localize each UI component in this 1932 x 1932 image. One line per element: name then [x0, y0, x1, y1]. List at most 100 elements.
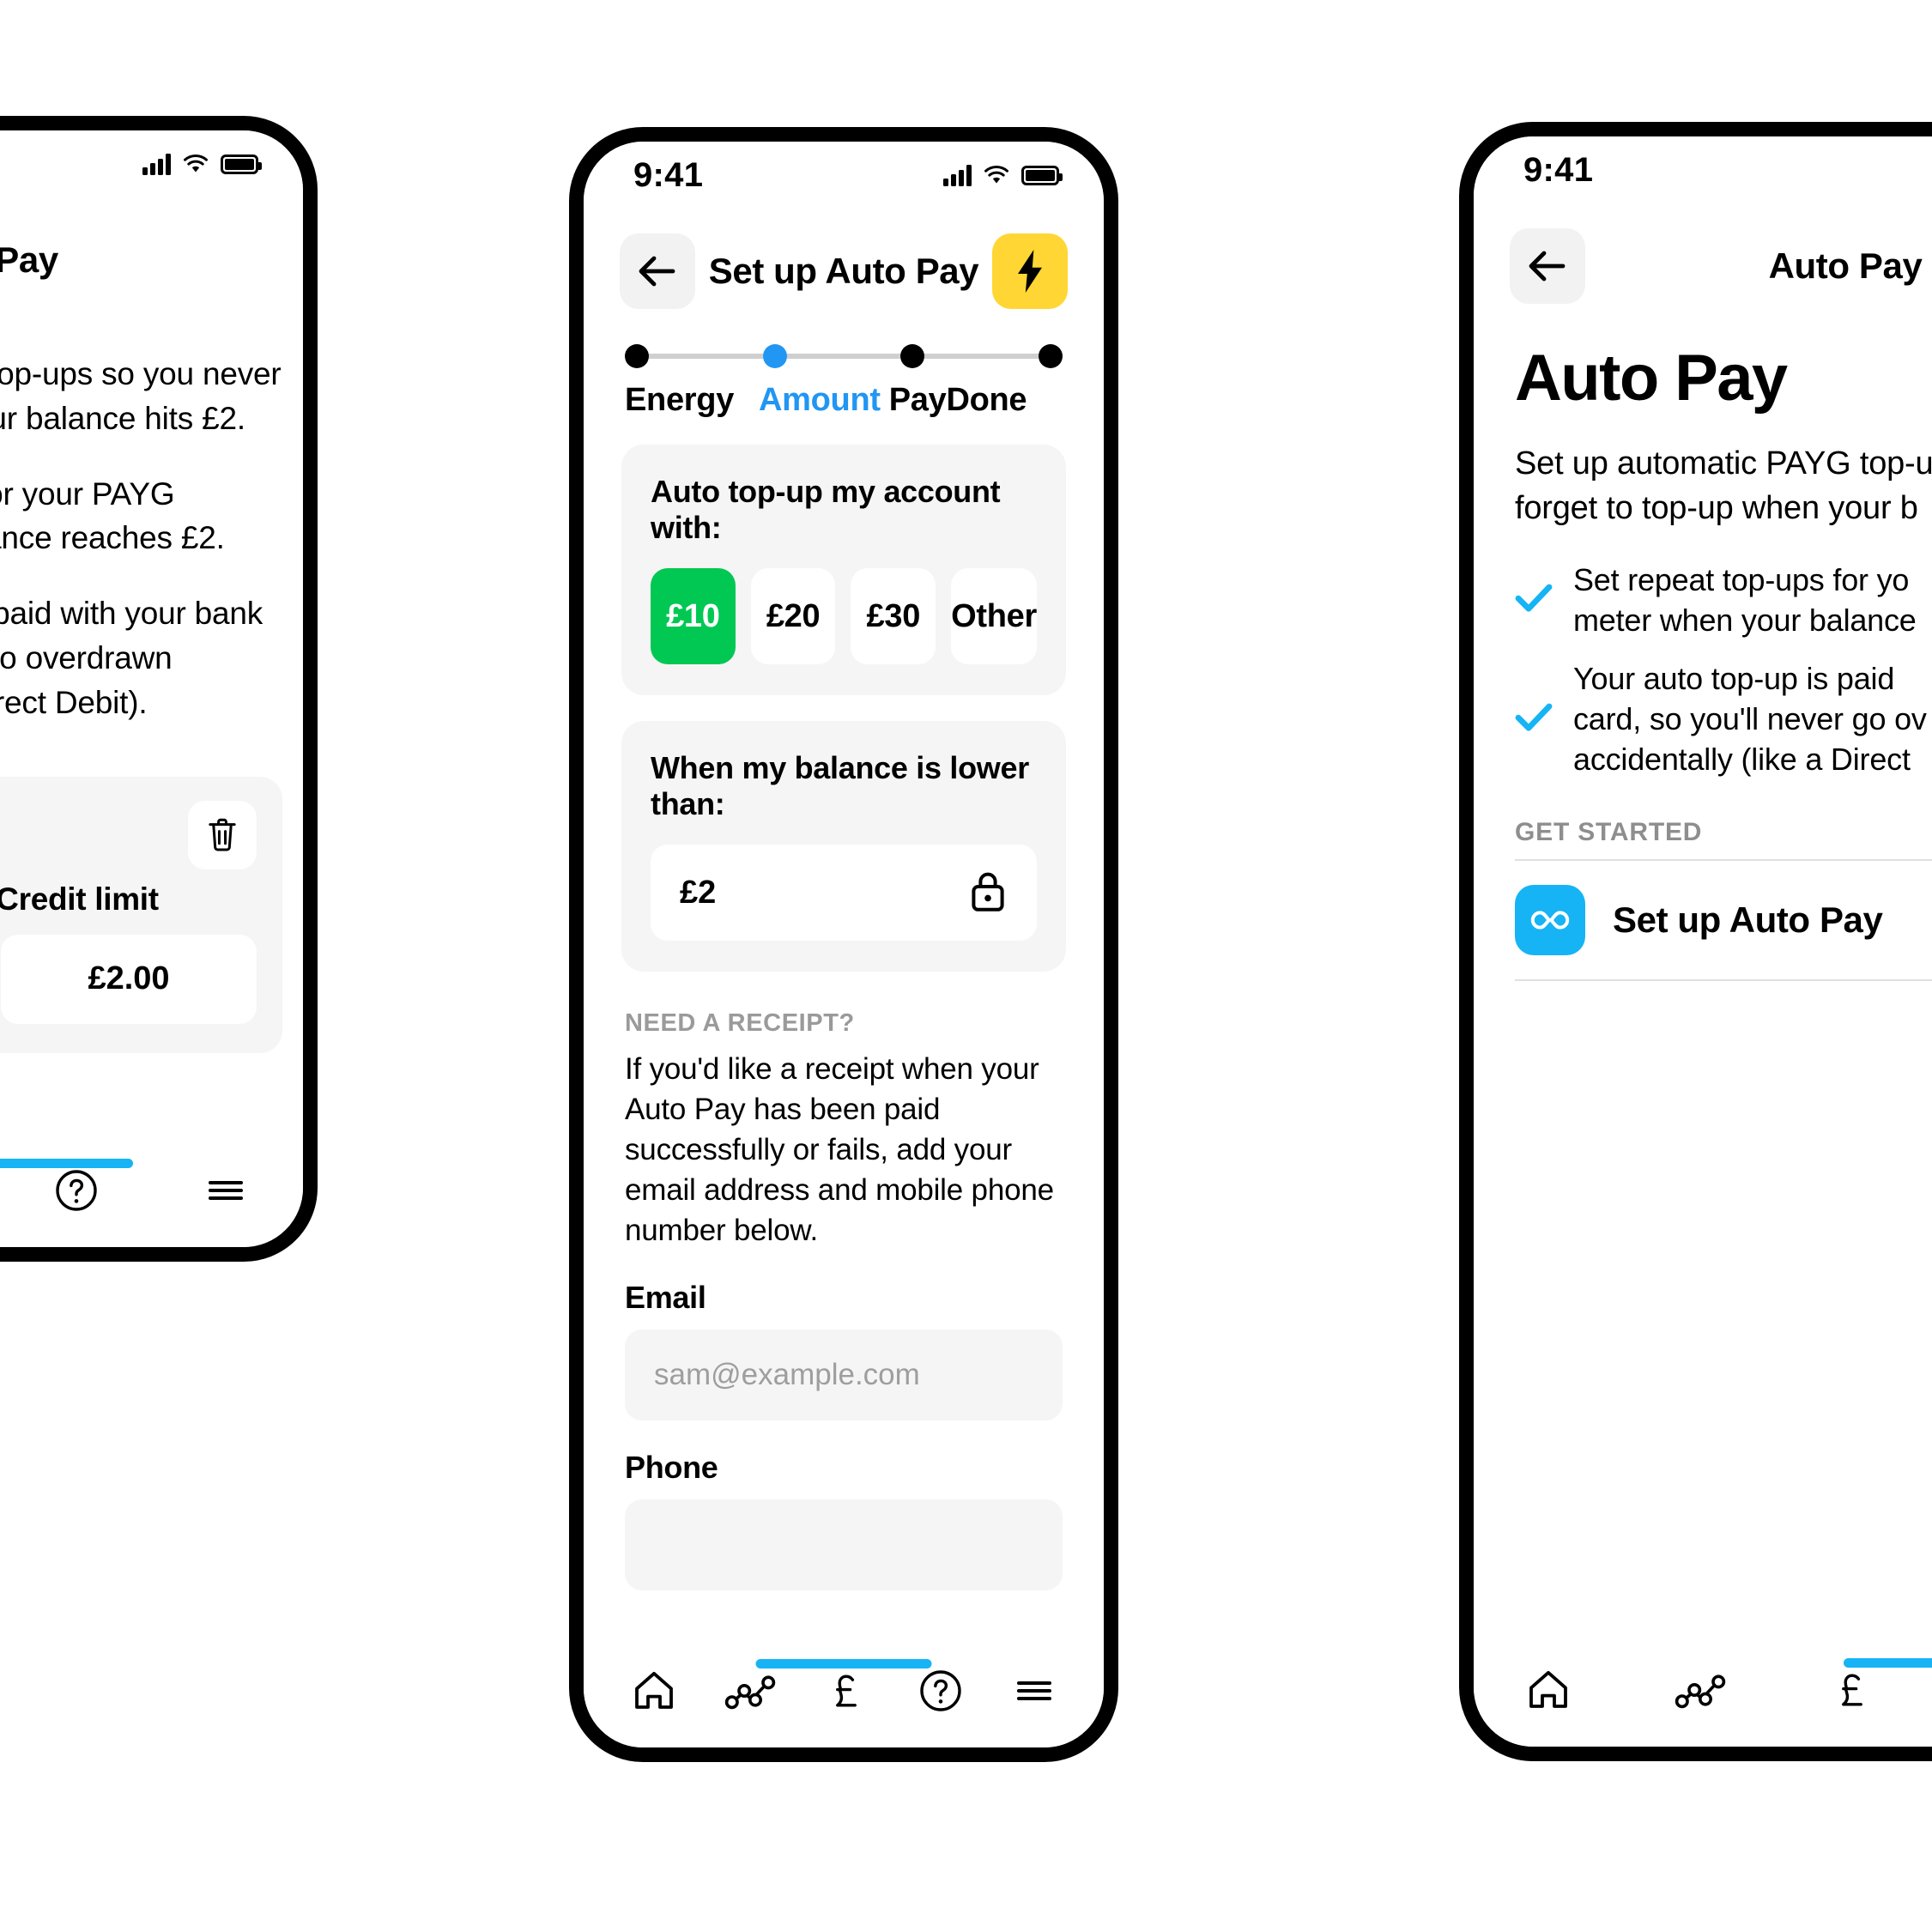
menu-icon	[1017, 1681, 1052, 1700]
lightning-bolt-icon	[1018, 250, 1042, 293]
auto-pay-heading: Auto Pay	[1515, 342, 1788, 415]
phone-input[interactable]	[625, 1499, 1063, 1591]
check-icon	[1515, 703, 1553, 736]
delete-button[interactable]	[188, 800, 257, 869]
status-bar-left	[0, 130, 303, 197]
infinity-icon	[1515, 884, 1585, 955]
step-label-pay: Pay	[888, 382, 947, 418]
bullet-text: Your auto top-up is paid card, so you'll…	[1573, 661, 1927, 778]
wifi-icon	[182, 154, 209, 174]
credit-limit-row: £2.00	[0, 934, 257, 1024]
signal-icon	[943, 164, 972, 186]
balance-threshold-title: When my balance is lower than:	[651, 750, 1029, 821]
receipt-section: NEED A RECEIPT? If you'd like a receipt …	[584, 972, 1104, 1591]
help-icon	[56, 1170, 97, 1211]
check-icon	[1515, 584, 1553, 617]
usage-chart-icon	[724, 1675, 775, 1710]
topup-option-30[interactable]: £30	[851, 568, 936, 664]
step-dot-pay[interactable]	[900, 344, 925, 368]
tab-home[interactable]	[629, 1666, 679, 1716]
usage-chart-icon	[1675, 1675, 1726, 1709]
bullet-item: Set repeat top-ups for yo meter when you…	[1515, 560, 1932, 641]
status-icons-left	[142, 153, 262, 175]
tab-help[interactable]	[52, 1166, 100, 1214]
tab-menu[interactable]	[202, 1166, 250, 1214]
screenshot-canvas: Auto Pay c PAYG top-ups so you never whe…	[0, 0, 1932, 1932]
pound-icon	[836, 1675, 857, 1707]
list-item-label: Set up Auto Pay	[1613, 899, 1883, 940]
tab-home[interactable]	[1523, 1665, 1573, 1715]
battery-icon	[221, 154, 262, 174]
tab-bar-middle	[584, 1634, 1104, 1747]
step-dot-energy[interactable]	[625, 344, 649, 368]
step-label-amount: Amount	[759, 382, 881, 418]
nav-bar-middle: Set up Auto Pay	[584, 209, 1104, 312]
step-dot-amount[interactable]	[762, 344, 787, 368]
battery-icon	[1021, 165, 1063, 185]
receipt-eyebrow: NEED A RECEIPT?	[625, 1009, 855, 1037]
signal-icon	[142, 153, 171, 175]
status-bar-middle: 9:41	[584, 142, 1104, 209]
wifi-icon	[983, 165, 1010, 185]
back-arrow-icon	[639, 256, 675, 287]
topup-option-20[interactable]: £20	[750, 568, 836, 664]
balance-threshold-card: When my balance is lower than: £2	[621, 721, 1066, 972]
topup-option-10[interactable]: £10	[651, 568, 736, 664]
step-segment-1	[649, 354, 763, 359]
credit-limit-card: Credit limit £2.00	[0, 776, 282, 1053]
left-paragraph-1: c PAYG top-ups so you never when your ba…	[0, 356, 282, 436]
topup-option-other[interactable]: Other	[951, 568, 1037, 664]
help-icon	[920, 1670, 961, 1711]
receipt-body: If you'd like a receipt when your Auto P…	[625, 1052, 1054, 1247]
bullet-item: Your auto top-up is paid card, so you'll…	[1515, 659, 1932, 779]
topup-amount-title: Auto top-up my account with:	[651, 474, 1001, 545]
left-paragraph-2: op-ups for your PAYG your balance reache…	[0, 475, 225, 556]
credit-limit-value[interactable]: £2.00	[1, 934, 257, 1024]
back-button[interactable]	[620, 233, 695, 309]
balance-threshold-value: £2	[680, 874, 717, 911]
list-item-set-up-auto-pay[interactable]: Set up Auto Pay	[1474, 861, 1932, 979]
tab-menu[interactable]	[1010, 1667, 1058, 1715]
tab-bar-left	[0, 1134, 303, 1247]
page-title-left: Auto Pay	[0, 239, 58, 280]
step-segment-3	[924, 354, 1039, 359]
trash-icon	[209, 818, 236, 851]
phone-left: Auto Pay c PAYG top-ups so you never whe…	[0, 116, 318, 1262]
status-bar-right: 9:41	[1474, 136, 1932, 203]
back-arrow-icon	[1529, 251, 1566, 282]
tab-payments[interactable]	[1829, 1666, 1877, 1714]
status-time: 9:41	[633, 155, 704, 194]
boost-button[interactable]	[992, 233, 1068, 309]
phone-right: 9:41 Auto Pay Auto Pay Set up automatic …	[1459, 122, 1932, 1761]
email-input[interactable]: sam@example.com	[625, 1329, 1063, 1421]
bullet-text: Set repeat top-ups for yo meter when you…	[1573, 561, 1917, 638]
tab-usage[interactable]	[1675, 1669, 1728, 1711]
step-segment-2	[786, 354, 901, 359]
home-icon	[1529, 1670, 1567, 1708]
stepper-track	[625, 344, 1063, 368]
back-button[interactable]	[1510, 228, 1585, 304]
email-label: Email	[625, 1280, 706, 1316]
phone-right-screen: 9:41 Auto Pay Auto Pay Set up automatic …	[1474, 136, 1932, 1747]
phone-label: Phone	[625, 1450, 718, 1486]
menu-icon	[209, 1181, 243, 1200]
topup-amount-card: Auto top-up my account with: £10 £20 £30…	[621, 445, 1066, 695]
auto-pay-bullets: Set repeat top-ups for yo meter when you…	[1474, 531, 1932, 780]
nav-bar-left: Auto Pay	[0, 197, 303, 300]
step-dot-done[interactable]	[1039, 344, 1063, 368]
home-icon	[634, 1671, 673, 1709]
tab-usage[interactable]	[724, 1670, 778, 1711]
divider-bottom	[1515, 978, 1932, 981]
phone-middle: 9:41 Set up Auto Pay Energy Amount Pay D…	[569, 127, 1118, 1762]
auto-pay-intro: Set up automatic PAYG top-u forget to to…	[1515, 445, 1932, 527]
stepper-labels: Energy Amount Pay Done	[625, 382, 1063, 419]
nav-bar-right: Auto Pay	[1474, 203, 1932, 306]
left-paragraph-3: op-up is paid with your bank ll never go…	[0, 596, 263, 720]
credit-limit-label: Credit limit	[0, 881, 159, 917]
tab-payments[interactable]	[823, 1667, 871, 1715]
topup-amount-options: £10 £20 £30 Other	[651, 568, 1037, 664]
tab-bar-right	[1474, 1633, 1932, 1747]
balance-threshold-field[interactable]: £2	[651, 845, 1037, 941]
tab-help[interactable]	[917, 1667, 965, 1715]
section-header-get-started: GET STARTED	[1515, 817, 1703, 846]
